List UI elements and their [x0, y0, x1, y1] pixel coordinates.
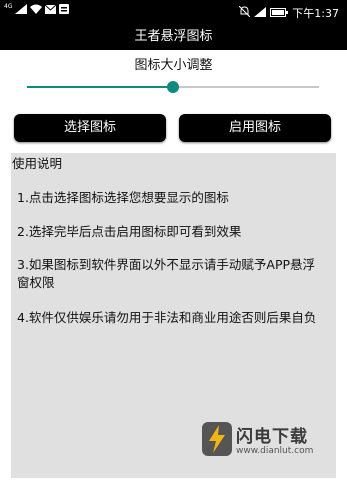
- enable-icon-button[interactable]: 启用图标: [179, 114, 331, 142]
- network-type: 4G: [4, 2, 13, 10]
- status-bar: 4G 下午1:37: [0, 0, 347, 24]
- watermark-url: www.dianlut.com: [236, 446, 314, 456]
- lightning-icon: [202, 422, 232, 456]
- instruction-item: 1.点击选择图标选择您想要显示的图标: [17, 190, 229, 205]
- slider-label: 图标大小调整: [134, 58, 213, 73]
- mute-icon: [238, 5, 251, 20]
- notification-icon: [59, 4, 70, 17]
- instructions-heading: 使用说明: [12, 156, 63, 171]
- wifi-icon: [30, 4, 43, 17]
- slider-thumb[interactable]: [167, 81, 179, 93]
- app-title: 王者悬浮图标: [0, 24, 347, 50]
- instruction-item: 3.如果图标到软件界面以外不显示请手动赋予APP悬浮窗权限: [17, 257, 316, 290]
- select-icon-button[interactable]: 选择图标: [14, 114, 166, 142]
- signal-strength-icon: [254, 6, 267, 20]
- battery-icon: [270, 7, 289, 20]
- instruction-item: 4.软件仅供娱乐请勿用于非法和商业用途否则后果自负: [17, 310, 317, 325]
- watermark-name: 闪电下载: [236, 427, 308, 447]
- icon-size-slider[interactable]: [27, 80, 319, 94]
- slider-track-fill: [27, 86, 173, 88]
- mail-icon: [45, 4, 57, 17]
- instruction-item: 2.选择完毕后点击启用图标即可看到效果: [17, 224, 242, 239]
- clock: 下午1:37: [292, 7, 339, 20]
- signal-icon: [15, 4, 28, 17]
- watermark-logo: 闪电下载 www.dianlut.com: [202, 420, 342, 466]
